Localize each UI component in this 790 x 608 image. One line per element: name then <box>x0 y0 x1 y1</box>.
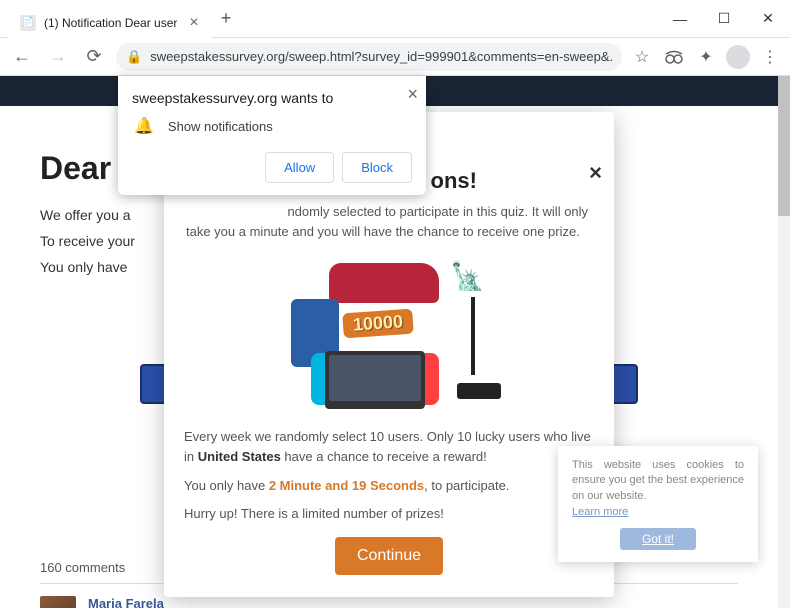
modal-time-c: , to participate. <box>424 478 509 493</box>
window-titlebar: 📄 (1) Notification Dear user × + — ☐ ✕ <box>0 0 790 38</box>
scrollbar-track[interactable] <box>778 76 790 608</box>
modal-body-country: United States <box>198 449 281 464</box>
modal-body-c: have a chance to receive a reward! <box>281 449 487 464</box>
favicon-icon: 📄 <box>20 15 36 31</box>
allow-button[interactable]: Allow <box>265 152 334 183</box>
menu-icon[interactable]: ⋮ <box>758 45 782 69</box>
notification-permission-prompt: × sweepstakessurvey.org wants to 🔔 Show … <box>118 76 426 195</box>
permission-title: sweepstakessurvey.org wants to <box>132 90 412 106</box>
permission-item: Show notifications <box>168 119 273 134</box>
laptop-icon <box>325 351 425 409</box>
reload-button[interactable]: ⟳ <box>80 43 108 71</box>
modal-intro: You have been randomly selected to parti… <box>184 202 594 241</box>
maximize-button[interactable]: ☐ <box>702 0 746 38</box>
cookie-learn-link[interactable]: Learn more <box>572 506 744 518</box>
scrollbar-thumb[interactable] <box>778 76 790 216</box>
modal-time-a: You only have <box>184 478 269 493</box>
comment-item: Maria Farela Is it possible to play agai… <box>40 596 738 608</box>
scooter-icon <box>457 297 503 399</box>
prize-banner: 10000 <box>342 309 414 339</box>
cookie-text: This website uses cookies to ensure you … <box>572 458 744 504</box>
modal-intro-text: ndomly selected to participate in this q… <box>186 204 588 239</box>
modal-timer: 2 Minute and 19 Seconds <box>269 478 424 493</box>
cookie-accept-button[interactable]: Got it! <box>620 528 696 550</box>
permission-buttons: Allow Block <box>132 152 412 183</box>
modal-body: Every week we randomly select 10 users. … <box>184 427 594 466</box>
tab-close-icon[interactable]: × <box>189 14 198 32</box>
permission-close-icon[interactable]: × <box>407 84 418 105</box>
minimize-button[interactable]: — <box>658 0 702 38</box>
tab-title: (1) Notification Dear user <box>44 16 177 30</box>
address-bar[interactable]: 🔒 sweepstakessurvey.org/sweep.html?surve… <box>116 43 622 71</box>
forward-button[interactable]: → <box>44 43 72 71</box>
block-button[interactable]: Block <box>342 152 412 183</box>
bell-icon: 🔔 <box>134 116 154 136</box>
new-tab-button[interactable]: + <box>221 8 232 29</box>
lock-icon: 🔒 <box>126 49 142 65</box>
prize-image: 🗽 10000 <box>289 259 489 409</box>
modal-hurry: Hurry up! There is a limited number of p… <box>184 504 594 524</box>
car-icon <box>329 263 439 303</box>
commenter-name[interactable]: Maria Farela <box>88 596 256 608</box>
extensions-icon[interactable]: ✦ <box>694 45 718 69</box>
continue-button[interactable]: Continue <box>335 537 443 575</box>
close-button[interactable]: ✕ <box>746 0 790 38</box>
modal-title-suffix: ons! <box>431 168 477 193</box>
profile-avatar[interactable] <box>726 45 750 69</box>
modal-timer-line: You only have 2 Minute and 19 Seconds, t… <box>184 476 594 496</box>
browser-tab[interactable]: 📄 (1) Notification Dear user × <box>8 6 211 40</box>
cookie-notice: This website uses cookies to ensure you … <box>558 446 758 562</box>
comment-body: Maria Farela Is it possible to play agai… <box>88 596 256 608</box>
joycon-right-icon <box>425 353 439 405</box>
liberty-icon: 🗽 <box>450 259 485 292</box>
commenter-avatar <box>40 596 76 608</box>
joycon-left-icon <box>311 353 325 405</box>
window-controls: — ☐ ✕ <box>658 0 790 38</box>
modal-close-icon[interactable]: × <box>589 160 602 186</box>
star-icon[interactable]: ☆ <box>630 45 654 69</box>
url-text: sweepstakessurvey.org/sweep.html?survey_… <box>150 49 612 64</box>
incognito-icon[interactable] <box>662 45 686 69</box>
permission-row: 🔔 Show notifications <box>132 116 412 136</box>
browser-toolbar: ← → ⟳ 🔒 sweepstakessurvey.org/sweep.html… <box>0 38 790 76</box>
back-button[interactable]: ← <box>8 43 36 71</box>
